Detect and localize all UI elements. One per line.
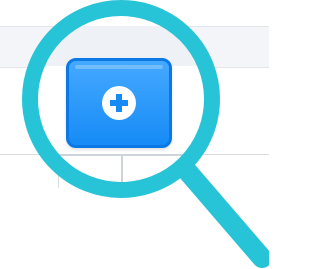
plus-circle-icon [102,86,136,120]
button-highlight [75,65,163,69]
magnifier-handle [178,162,269,268]
zoomed-screenshot [0,0,269,269]
table-column-divider-magnified [57,154,59,188]
magnified-area [32,10,210,188]
plus-horizontal-bar [110,100,128,106]
add-button[interactable] [66,58,172,148]
table-column-divider-magnified [121,154,123,188]
